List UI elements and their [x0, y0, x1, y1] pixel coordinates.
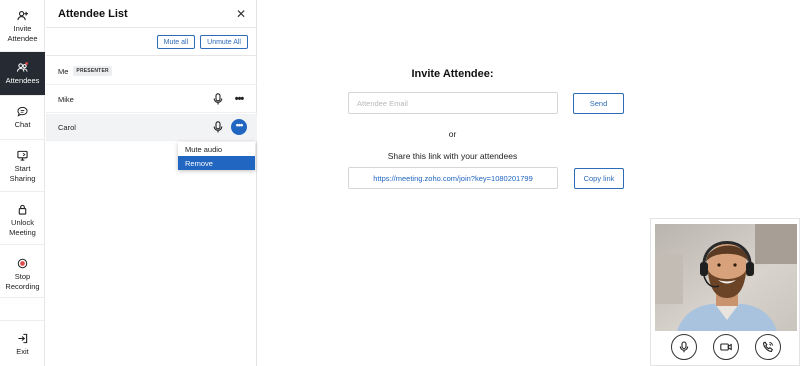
meeting-link[interactable]: https://meeting.zoho.com/join?key=108020… [348, 167, 558, 189]
rail-label: Stop [14, 272, 31, 281]
camera-icon [720, 343, 732, 351]
rail-item-stop-recording[interactable]: Stop Recording [0, 245, 45, 298]
attendee-context-menu: Mute audio Remove [178, 142, 255, 170]
microphone-icon [679, 341, 689, 353]
menu-item-mute-audio[interactable]: Mute audio [178, 142, 255, 156]
more-options-icon[interactable]: ••• [231, 119, 247, 135]
self-video-tile [650, 218, 800, 366]
mute-all-button[interactable]: Mute all [156, 34, 196, 49]
send-button[interactable]: Send [573, 93, 624, 114]
rail-item-attendees[interactable]: Attendees [0, 52, 45, 96]
presenter-badge: PRESENTER [73, 66, 112, 76]
rail-label: Attendee [7, 33, 38, 43]
attendee-name: Me [58, 66, 69, 76]
or-divider-text: or [448, 129, 457, 139]
attendee-name: Mike [58, 94, 74, 104]
menu-item-remove[interactable]: Remove [178, 156, 255, 170]
panel-title: Attendee List [58, 7, 128, 20]
rail-item-invite-attendee[interactable]: Invite Attendee [0, 0, 45, 52]
toggle-camera-button[interactable] [713, 334, 739, 360]
copy-link-button[interactable]: Copy link [574, 168, 624, 189]
panel-actions: Mute all Unmute All [46, 28, 256, 56]
add-person-icon [17, 11, 28, 21]
attendee-row-me: Me PRESENTER [46, 58, 257, 85]
attendee-email-input[interactable] [348, 92, 558, 114]
rail-label: Attendees [5, 76, 40, 85]
monitor-icon [17, 150, 28, 161]
rail-item-unlock-meeting[interactable]: Unlock Meeting [0, 192, 45, 245]
chat-bubble-icon [17, 106, 28, 117]
rail-label: Start [14, 164, 31, 173]
record-icon [17, 258, 28, 269]
exit-icon [18, 333, 28, 344]
end-call-button[interactable] [755, 334, 781, 360]
attendee-name: Carol [58, 122, 76, 132]
microphone-icon[interactable] [213, 93, 223, 105]
rail-item-start-sharing[interactable]: Start Sharing [0, 140, 45, 192]
microphone-icon[interactable] [213, 121, 223, 133]
participant-video [655, 224, 797, 331]
panel-header: Attendee List ✕ [46, 0, 256, 28]
unmute-all-button[interactable]: Unmute All [200, 34, 248, 49]
attendee-row-mike[interactable]: Mike ••• [46, 86, 257, 113]
lock-icon [18, 204, 27, 215]
share-link-text: Share this link with your attendees [387, 151, 518, 161]
rail-label: Unlock [11, 218, 34, 227]
rail-label: Meeting [9, 227, 36, 237]
mute-mic-button[interactable] [671, 334, 697, 360]
rail-label: Chat [14, 120, 31, 129]
attendee-row-carol[interactable]: Carol ••• [46, 114, 257, 141]
invite-title: Invite Attendee: [411, 68, 494, 80]
phone-icon [763, 341, 773, 352]
rail-item-exit[interactable]: Exit [0, 320, 45, 366]
rail-label: Recording [5, 281, 40, 291]
close-icon[interactable]: ✕ [236, 8, 246, 20]
rail-item-chat[interactable]: Chat [0, 96, 45, 140]
people-icon [17, 62, 28, 72]
rail-label: Exit [16, 347, 29, 356]
attendee-panel: Attendee List ✕ Mute all Unmute All Me P… [46, 0, 257, 366]
rail-label: Invite [13, 24, 32, 33]
rail-label: Sharing [9, 173, 36, 183]
left-rail: Invite Attendee Attendees Chat Start Sha… [0, 0, 45, 366]
more-options-icon[interactable]: ••• [231, 93, 247, 105]
